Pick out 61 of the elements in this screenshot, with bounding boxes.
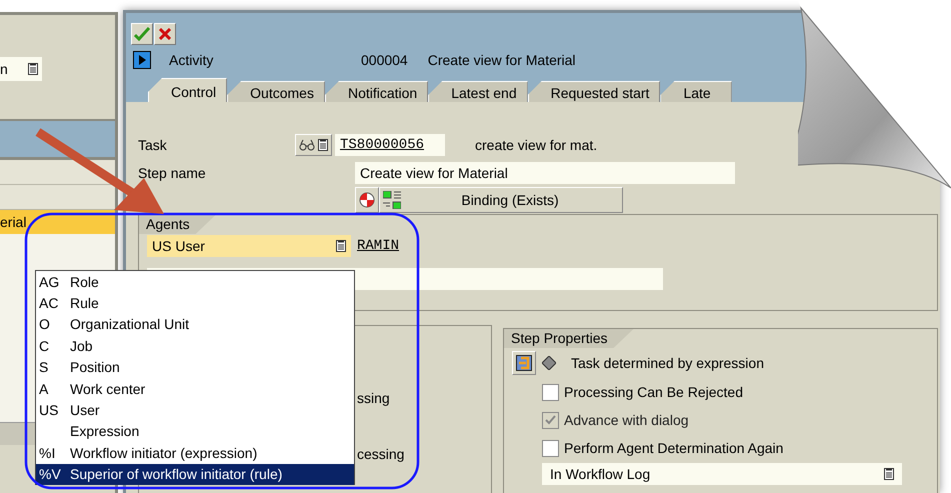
task-mode-label: Task determined by expression: [571, 355, 764, 371]
object-type-label: Activity: [169, 52, 214, 68]
checkbox[interactable]: [542, 384, 559, 400]
dropdown-item[interactable]: A Work center: [36, 378, 354, 400]
list-icon[interactable]: [28, 63, 38, 75]
icon-button[interactable]: [355, 187, 379, 213]
checkbox-label: Advance with dialog: [564, 412, 689, 428]
checkbox-label: Perform Agent Determination Again: [564, 440, 784, 456]
tab[interactable]: Latest end: [428, 81, 528, 102]
tab[interactable]: Control: [148, 78, 228, 102]
task-link[interactable]: TS80000056: [340, 136, 424, 152]
tab[interactable]: Notification: [324, 81, 428, 102]
option-label: ssing: [357, 389, 391, 408]
expand-icon[interactable]: [133, 51, 151, 69]
dropdown-item[interactable]: %V Superior of workflow initiator (rule): [36, 464, 354, 485]
field-text: In Workflow Log: [550, 466, 650, 482]
checkmark-icon: [134, 27, 150, 41]
dropdown-item[interactable]: %I Workflow initiator (expression): [36, 442, 354, 464]
dropdown-field[interactable]: US User: [147, 235, 351, 257]
field-text: US User: [152, 238, 205, 254]
dropdown-item[interactable]: Expression: [36, 420, 354, 442]
list-icon: [318, 138, 328, 150]
checkmark-icon: [545, 415, 556, 425]
tab[interactable]: Requested start: [528, 81, 660, 102]
list-icon[interactable]: [884, 468, 894, 480]
checkbox-label: Processing Can Be Rejected: [564, 384, 743, 400]
input-field[interactable]: TS80000056: [335, 134, 445, 156]
task-description: create view for mat.: [475, 136, 598, 152]
close-icon: [159, 28, 171, 40]
group-title: Agents: [139, 215, 216, 234]
dropdown-item[interactable]: C Job: [36, 335, 354, 357]
tree-icon: [383, 191, 401, 209]
checkbox[interactable]: [542, 440, 559, 456]
agent-link[interactable]: RAMIN: [357, 238, 400, 254]
pie-chart-icon: [359, 192, 375, 208]
field-label: Step name: [138, 164, 207, 180]
diamond-icon: [542, 356, 556, 370]
cancel-button[interactable]: [154, 23, 176, 45]
tab[interactable]: Late: [660, 81, 732, 102]
dropdown-item[interactable]: S Position: [36, 356, 354, 378]
list-icon[interactable]: [336, 240, 346, 252]
icon-button-group[interactable]: [295, 134, 332, 156]
option-label: cessing: [357, 445, 406, 464]
group-title: Step Properties: [504, 329, 634, 348]
expression-icon: [516, 355, 532, 371]
confirm-button[interactable]: [131, 23, 153, 45]
dropdown-item[interactable]: AG Role: [36, 271, 354, 292]
field-text: n: [0, 61, 8, 77]
dropdown-item[interactable]: AC Rule: [36, 292, 354, 314]
dropdown-item[interactable]: O Organizational Unit: [36, 314, 354, 336]
dropdown-field[interactable]: In Workflow Log: [542, 463, 902, 485]
tab[interactable]: Outcomes: [227, 81, 325, 102]
field-label: Task: [138, 136, 168, 152]
input-field[interactable]: n: [0, 57, 42, 81]
expression-button[interactable]: [512, 351, 536, 375]
input-field[interactable]: Create view for Material: [355, 162, 735, 184]
glasses-icon: [299, 138, 315, 150]
binding-button[interactable]: Binding (Exists): [379, 187, 623, 213]
step-description: Create view for Material: [428, 52, 576, 68]
step-number: 000004: [361, 52, 408, 68]
dropdown-item[interactable]: US User: [36, 399, 354, 421]
